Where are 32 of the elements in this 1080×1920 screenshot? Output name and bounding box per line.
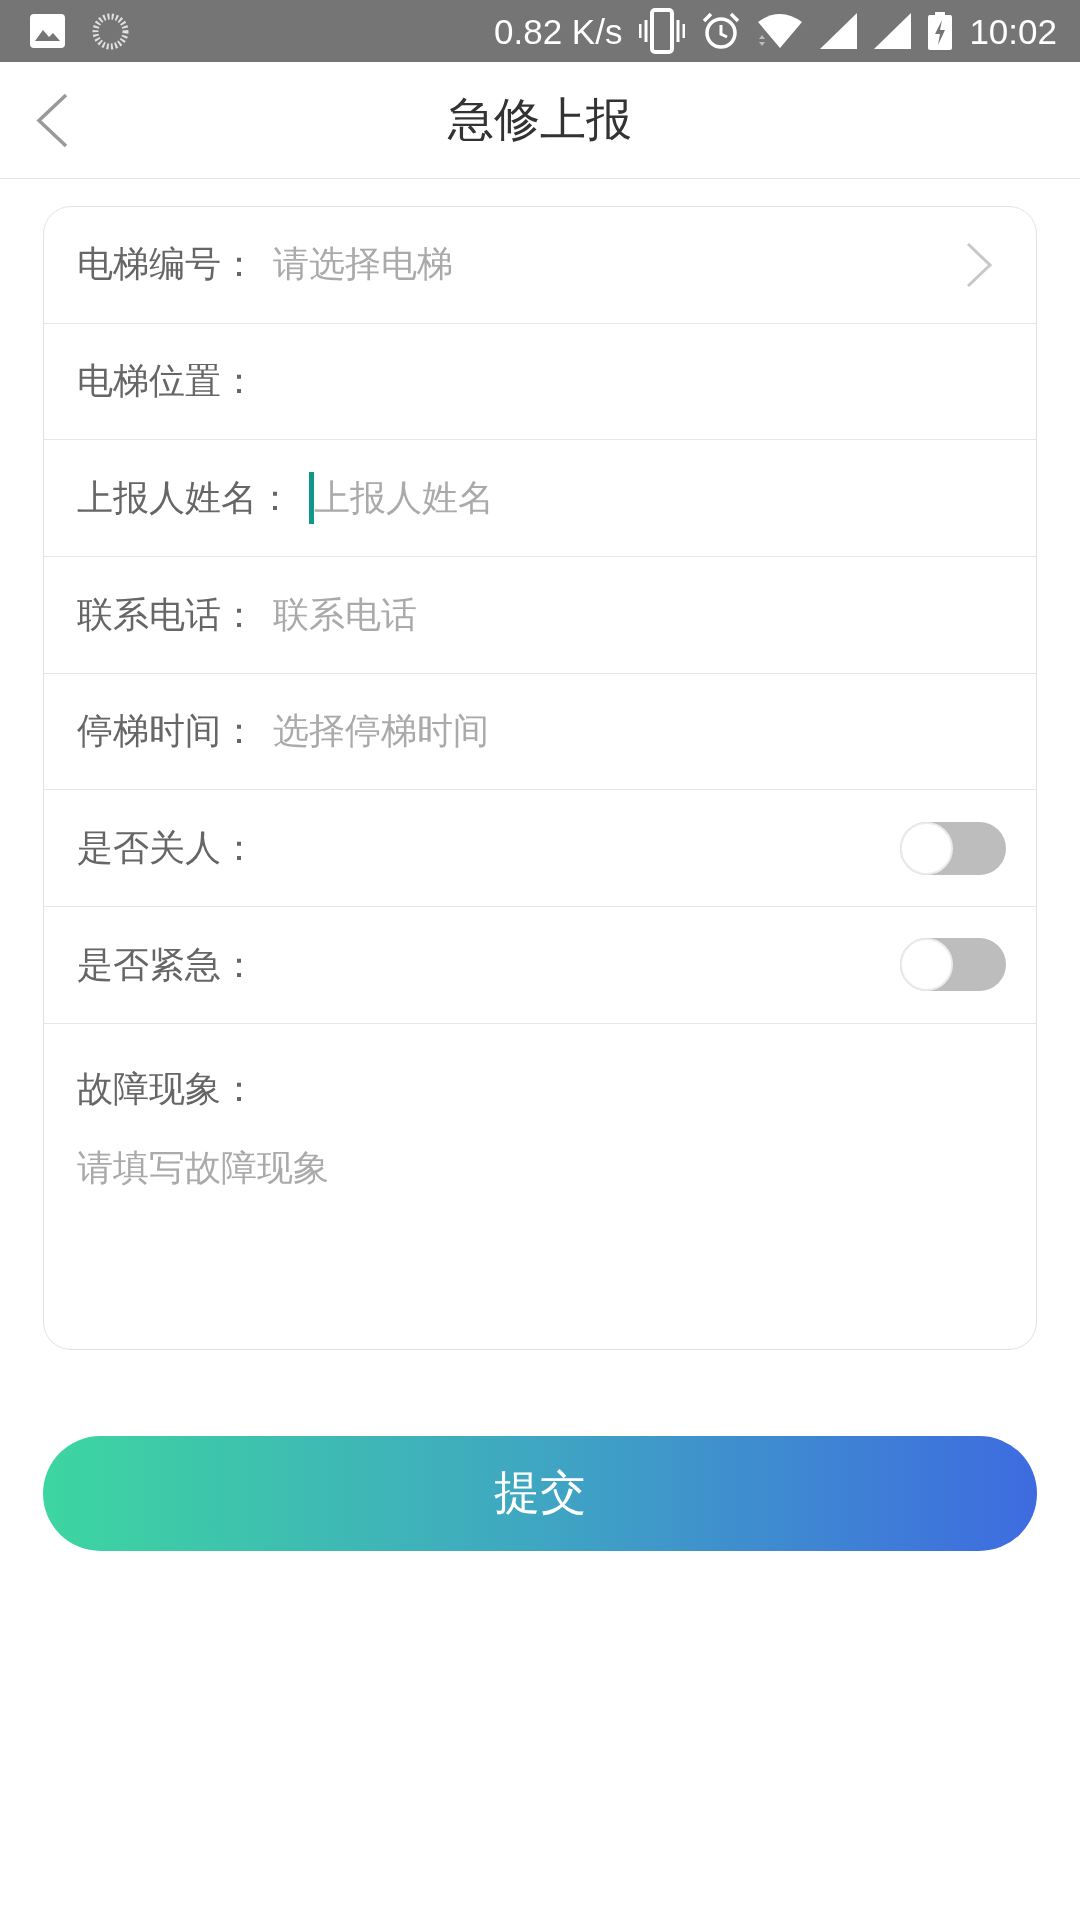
time-picker-field[interactable]: 选择停梯时间 [273,708,489,755]
wifi-icon [757,12,804,50]
battery-charging-icon [928,12,953,50]
input-field[interactable]: 联系电话 [273,591,1006,639]
elevator-select-field[interactable]: 请选择电梯 [273,240,1006,289]
image-icon [30,14,65,48]
chevron-left-icon [36,92,69,148]
toggle-switch[interactable] [900,938,1006,992]
signal-icon [874,13,912,49]
switch-thumb [900,821,953,875]
submit-button[interactable]: 提交 [43,1435,1037,1551]
field-label: 是否关人： [77,825,257,870]
field-label: 故障现象： [77,1066,257,1111]
field-label: 电梯位置： [77,359,257,404]
spinner-icon [92,12,129,50]
switch-thumb [900,938,953,992]
field-label: 是否紧急： [77,942,257,987]
alarm-clock-icon [702,12,741,50]
page-title: 急修上报 [448,91,632,148]
field-label: 停梯时间： [77,709,257,754]
chevron-right-icon [965,240,993,289]
signal-icon [820,13,858,49]
network-speed: 0.82 K/s [494,13,623,49]
back-button[interactable] [36,92,69,148]
field-label: 联系电话： [77,592,257,637]
field-label: 电梯编号： [77,242,257,287]
vibrate-icon [639,8,686,54]
field-label: 上报人姓名： [77,475,293,520]
input-field[interactable]: 上报人姓名 [314,474,1006,522]
description-field[interactable]: 请填写故障现象 [77,1144,1003,1315]
toggle-switch[interactable] [900,821,1006,875]
clock-time: 10:02 [969,13,1057,49]
